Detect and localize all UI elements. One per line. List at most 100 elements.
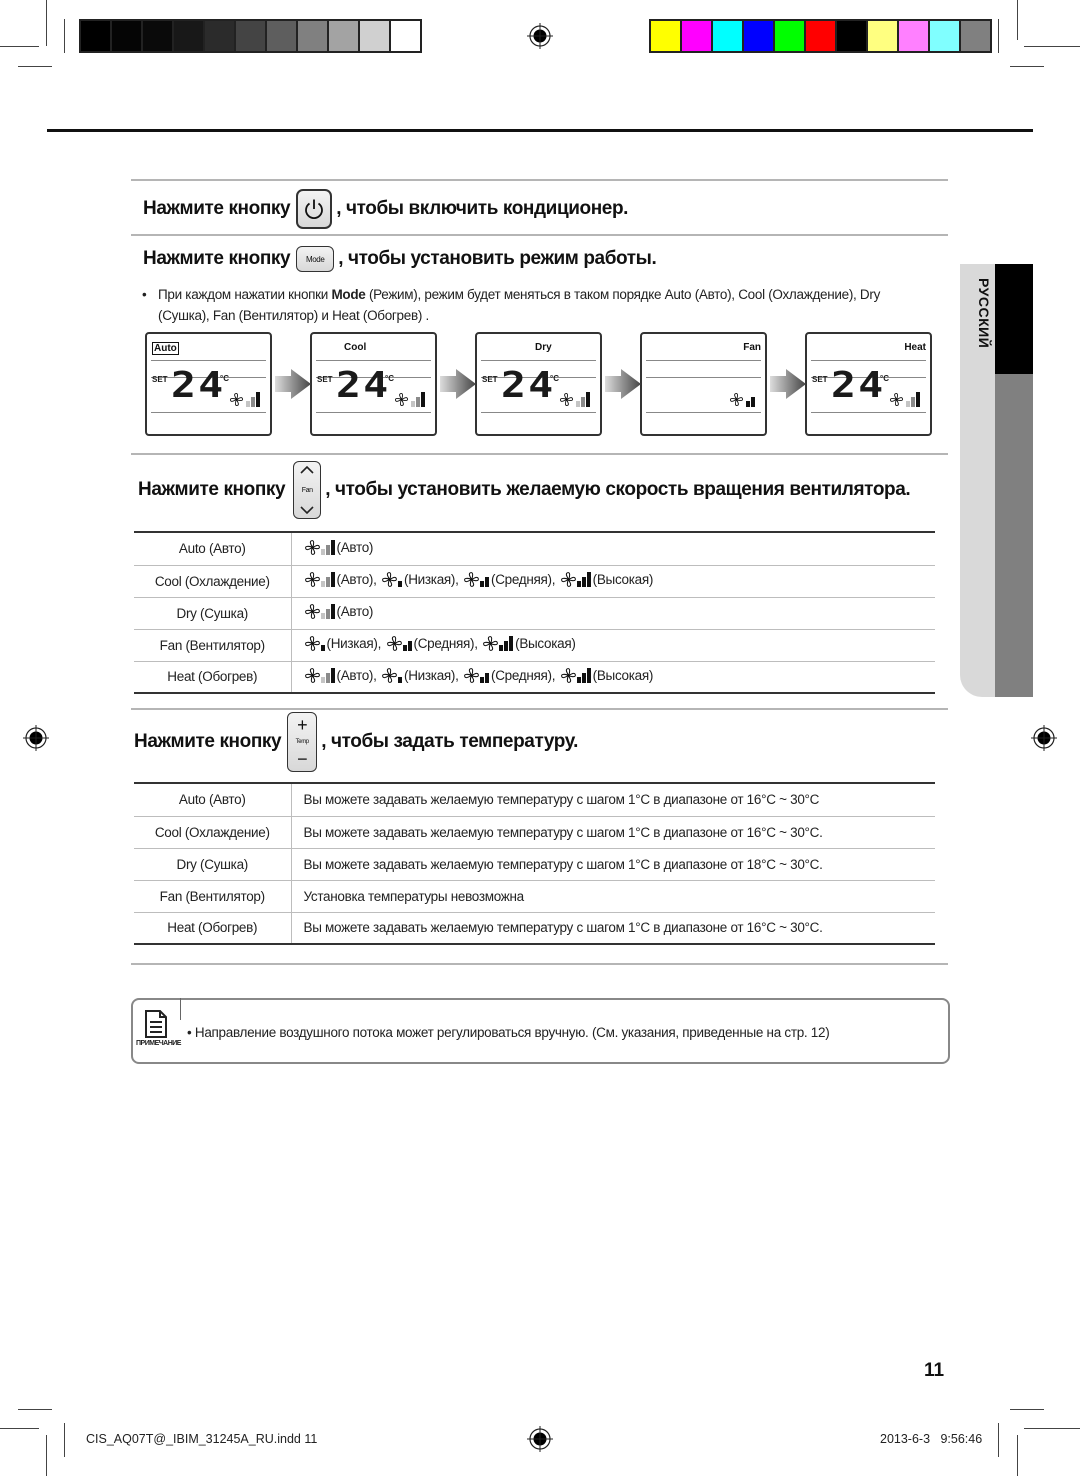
plus-icon[interactable]: + [297,716,308,734]
fan-icon [463,667,480,684]
speed-bar [320,645,325,651]
speed-bar [325,672,330,683]
speed-bar [330,667,335,683]
crop-mark [1024,1428,1080,1429]
speed-option-high: (Высокая) [560,667,657,684]
header-rule [47,129,1033,132]
crop-mark [0,46,39,47]
heading-prefix: Нажмите кнопку [134,731,282,752]
fan-speed-button[interactable]: Fan [293,461,322,519]
table-row: Cool (Охлаждение) (Авто), (Низкая), (Сред… [134,565,935,598]
mode-cell: Heat (Обогрев) [134,912,292,945]
speed-label: (Средняя), [413,636,478,651]
speed-bar [586,667,591,683]
lcd-set-label: SET [317,375,333,384]
temperature-range-cell: Вы можете задавать желаемую температуру … [291,816,935,849]
speed-bar [509,636,514,651]
lcd-set-label: SET [152,375,168,384]
mode-cell: Cool (Охлаждение) [134,816,292,849]
mode-keyword: Mode [331,287,366,302]
lcd-divider [811,360,926,361]
fan-icon [889,392,904,407]
color-swatch [329,21,358,51]
speed-bar [480,676,485,683]
lcd-set-label: SET [812,375,828,384]
speed-option-medium: (Средняя), [463,667,559,684]
color-swatch [868,21,897,51]
lcd-unit: °C [220,374,229,383]
fan-speed-bars-icon [576,392,590,407]
speed-bar [421,392,425,407]
speed-cell: (Авто) [291,597,935,630]
power-button[interactable] [296,189,333,229]
table-row: Fan (Вентилятор) (Низкая), (Средняя), (Вы… [134,629,935,662]
fan-icon [482,635,499,652]
crop-mark [18,1409,52,1410]
speed-option-high: (Высокая) [560,571,657,588]
crop-mark [998,1423,999,1457]
chevron-up-icon[interactable] [300,466,314,474]
mode-button-label: Mode [305,254,325,264]
color-swatch [81,21,110,51]
color-swatch [930,21,959,51]
speed-option-low: (Низкая), [381,571,462,588]
minus-icon[interactable]: − [297,750,308,768]
speed-option-low: (Низкая), [304,635,385,652]
speed-option-auto: (Авто), [304,667,381,684]
speed-cell: (Авто), (Низкая), (Средняя), (Высокая) [291,565,935,598]
fan-icon [381,667,398,684]
fan-icon [381,571,398,588]
lcd-display-auto: Auto SET 24 °C [145,332,272,436]
temp-button[interactable]: + Temp − [287,712,318,772]
speed-bar [485,577,490,587]
color-swatch [391,21,420,51]
color-swatch [961,21,990,51]
language-tab-marker [995,264,1033,374]
speed-label: (Средняя), [491,572,556,587]
heading-suffix: , чтобы установить желаемую скорость вра… [325,479,911,500]
crop-mark [0,1428,39,1429]
mode-button[interactable]: Mode [296,246,335,272]
mode-cell: Auto (Авто) [134,784,292,817]
fan-speed-bars-icon [320,539,335,555]
fan-speed-bars-icon [402,636,412,651]
speed-bar [480,581,485,587]
speed-bar [256,392,260,407]
lcd-divider [811,412,926,413]
crop-mark [46,0,47,46]
temperature-range-cell: Вы можете задавать желаемую температуру … [291,784,935,817]
speed-option-medium: (Средняя), [386,635,482,652]
speed-bar [586,572,591,587]
next-arrow-icon [770,369,806,399]
fan-speed-bars-icon [906,392,920,407]
lcd-divider [316,360,431,361]
fan-icon [304,539,321,556]
mode-instruction-heading: Нажмите кнопку Mode , чтобы установить р… [143,244,657,274]
grayscale-color-bar [79,19,422,53]
fan-icon [729,392,744,407]
color-swatch [360,21,389,51]
fan-speed-bars-icon [320,667,335,683]
speed-cell: (Авто), (Низкая), (Средняя), (Высокая) [291,661,935,694]
color-swatch [143,21,172,51]
fan-speed-bars-icon [320,636,325,651]
fan-speed-bars-icon [398,668,403,683]
table-row: Auto (Авто) Вы можете задавать желаемую т… [134,784,935,817]
color-swatch [112,21,141,51]
speed-bar [330,604,335,619]
fan-icon [386,635,403,652]
lcd-mode-label: Dry [535,342,552,353]
lcd-temperature: 24 [831,365,886,406]
speed-bar [499,645,504,651]
language-tab-strip [995,374,1033,697]
speed-label: (Высокая) [592,667,654,683]
fan-speed-bars-icon [576,572,591,587]
speed-label: (Авто) [336,604,374,619]
chevron-down-icon[interactable] [300,506,314,514]
speed-bar [416,397,420,407]
color-swatch [775,21,804,51]
speed-label: (Высокая) [592,572,654,587]
lcd-mode-label: Cool [344,342,367,353]
process-color-bar [649,19,992,53]
fan-icon [304,635,321,652]
